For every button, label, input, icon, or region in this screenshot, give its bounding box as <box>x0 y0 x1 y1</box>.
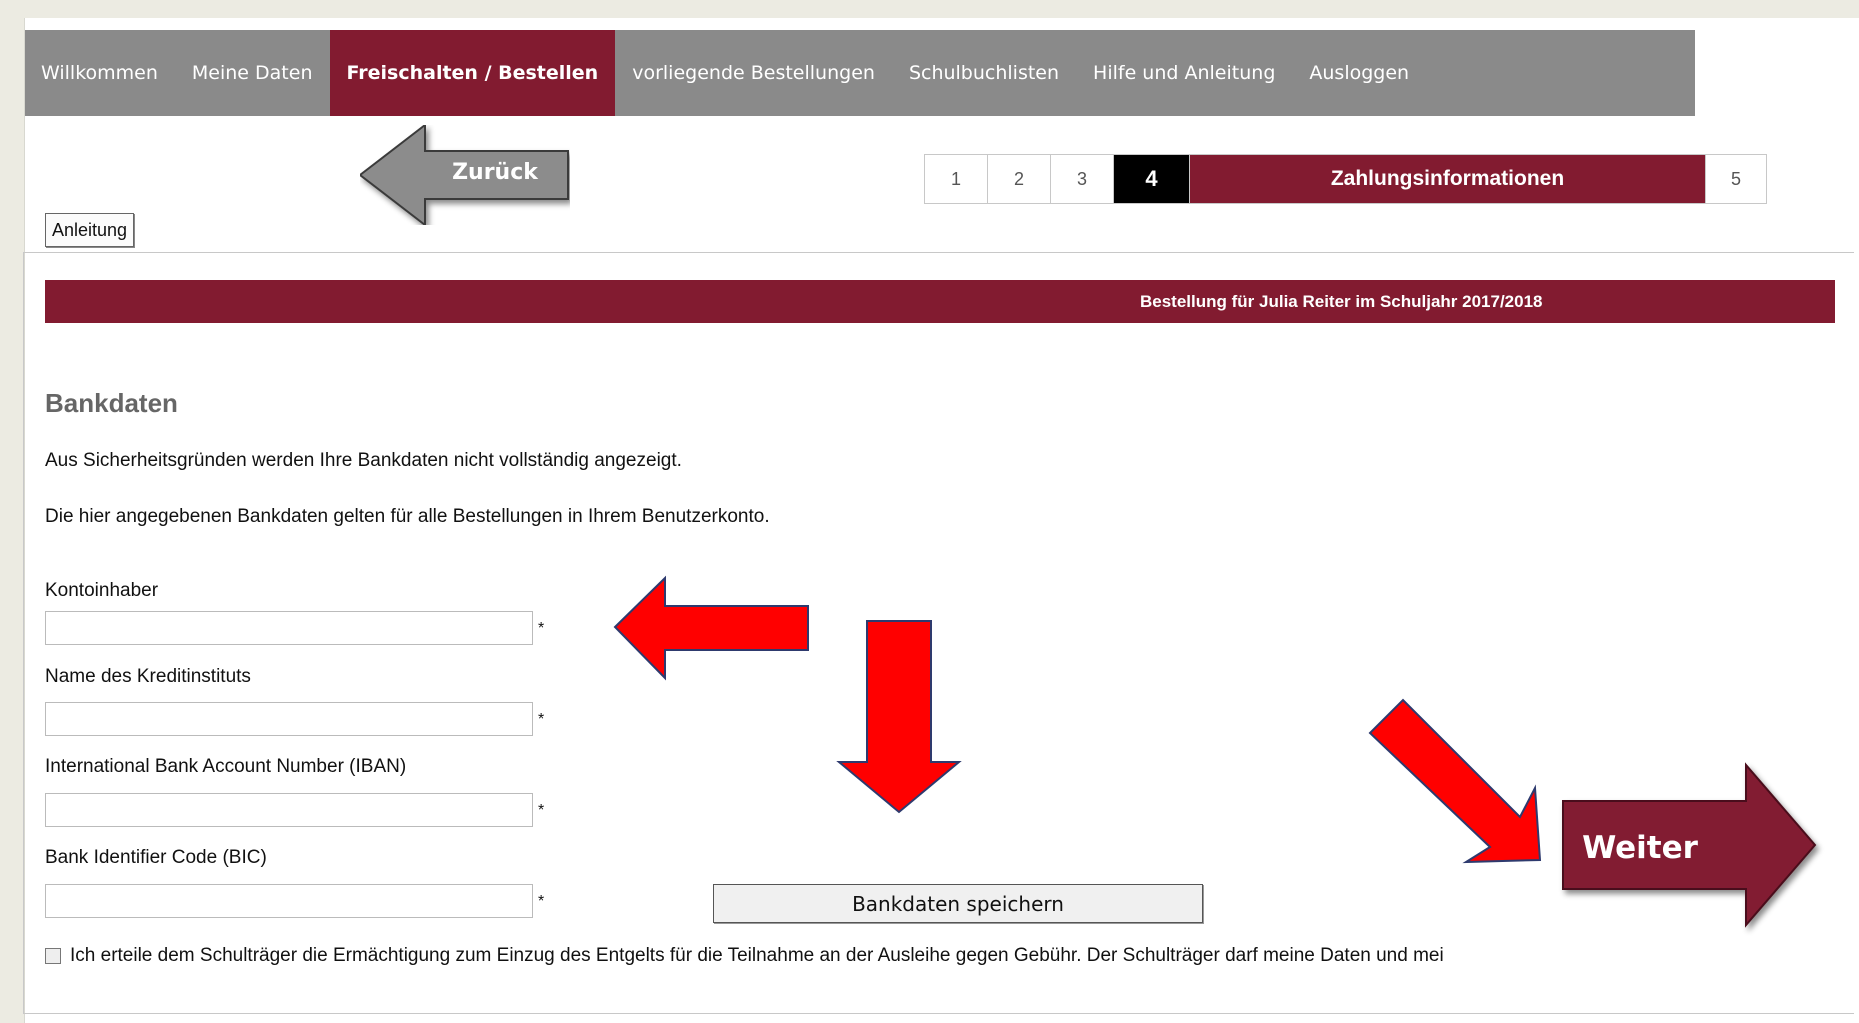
consent-checkbox[interactable] <box>45 948 61 964</box>
help-button[interactable]: Anleitung <box>45 213 135 247</box>
required-mark: * <box>538 711 545 728</box>
back-button-label[interactable]: Zurück <box>430 160 560 185</box>
required-mark: * <box>538 620 545 637</box>
order-info-text: Bestellung für Julia Reiter im Schuljahr… <box>1140 291 1543 311</box>
step-current-label: Zahlungsinformationen <box>1190 155 1706 203</box>
nav-item-willkommen[interactable]: Willkommen <box>25 30 175 116</box>
iban-label: International Bank Account Number (IBAN) <box>45 756 407 777</box>
bic-input[interactable] <box>45 884 533 918</box>
nav-item-hilfe[interactable]: Hilfe und Anleitung <box>1076 30 1292 116</box>
save-bank-data-button[interactable]: Bankdaten speichern <box>713 884 1203 923</box>
step-2[interactable]: 2 <box>988 155 1051 203</box>
main-nav: Willkommen Meine Daten Freischalten / Be… <box>25 30 1695 116</box>
nav-item-vorliegende-bestellungen[interactable]: vorliegende Bestellungen <box>615 30 892 116</box>
scope-note: Die hier angegebenen Bankdaten gelten fü… <box>45 506 770 527</box>
step-5[interactable]: 5 <box>1706 155 1766 203</box>
nav-item-ausloggen[interactable]: Ausloggen <box>1292 30 1426 116</box>
account-holder-label: Kontoinhaber <box>45 580 159 601</box>
consent-row: Ich erteile dem Schulträger die Ermächti… <box>45 945 1855 967</box>
required-mark: * <box>538 893 545 910</box>
required-mark: * <box>538 802 545 819</box>
next-button-label[interactable]: Weiter <box>1565 830 1715 866</box>
bank-name-input[interactable] <box>45 702 533 736</box>
nav-item-schulbuchlisten[interactable]: Schulbuchlisten <box>892 30 1076 116</box>
nav-item-meine-daten[interactable]: Meine Daten <box>175 30 330 116</box>
iban-input[interactable] <box>45 793 533 827</box>
step-current: 4 <box>1114 155 1190 203</box>
order-stepper: 1 2 3 4 Zahlungsinformationen 5 <box>924 154 1767 204</box>
bic-label: Bank Identifier Code (BIC) <box>45 847 267 868</box>
order-info-bar: Bestellung für Julia Reiter im Schuljahr… <box>45 280 1835 323</box>
consent-text: Ich erteile dem Schulträger die Ermächti… <box>70 945 1444 966</box>
nav-item-freischalten-bestellen[interactable]: Freischalten / Bestellen <box>329 30 616 116</box>
bank-name-label: Name des Kreditinstituts <box>45 666 251 687</box>
security-note: Aus Sicherheitsgründen werden Ihre Bankd… <box>45 450 682 471</box>
account-holder-input[interactable] <box>45 611 533 645</box>
bank-heading: Bankdaten <box>45 388 178 418</box>
step-1[interactable]: 1 <box>925 155 988 203</box>
step-3[interactable]: 3 <box>1051 155 1114 203</box>
